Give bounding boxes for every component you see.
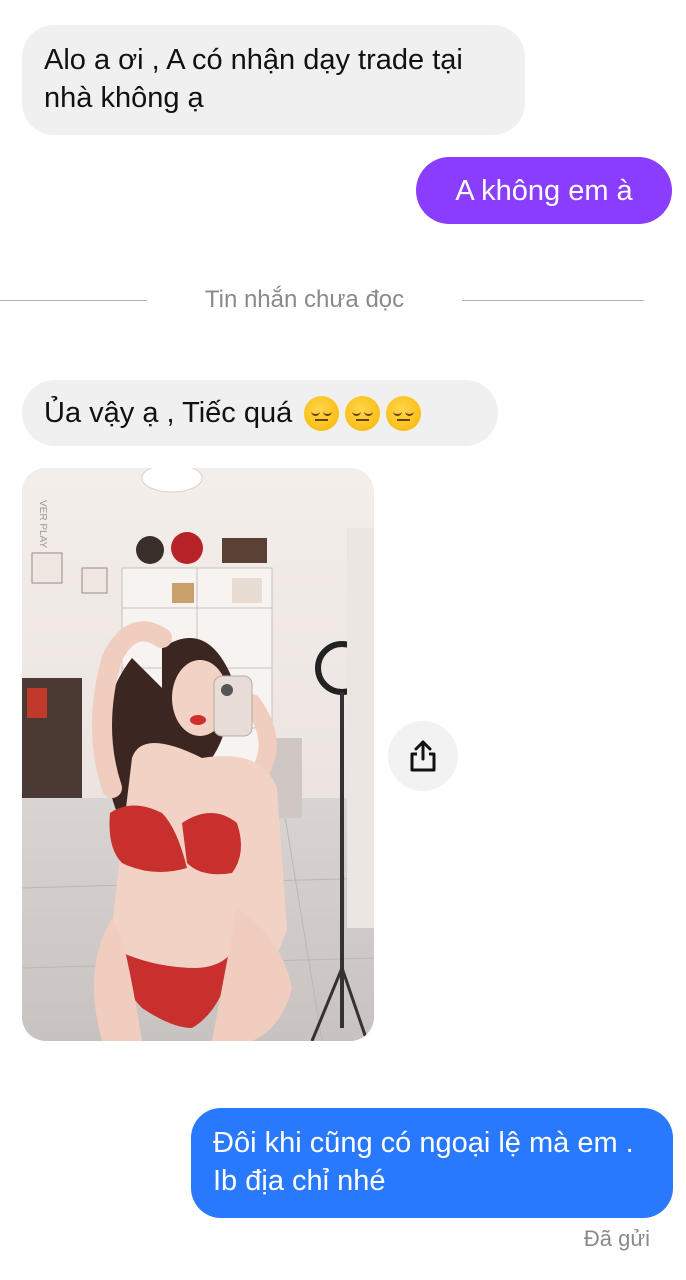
share-button[interactable] — [388, 721, 458, 791]
incoming-message-bubble[interactable]: Alo a ơi , A có nhận dạy trade tại nhà k… — [22, 25, 525, 135]
message-text: Alo a ơi , A có nhận dạy trade tại nhà k… — [44, 44, 463, 114]
share-icon — [410, 740, 436, 772]
pensive-face-icon — [386, 395, 422, 431]
image-watermark: VER PLAY — [37, 500, 48, 548]
incoming-message-bubble[interactable]: Ủa vậy ạ , Tiếc quá — [22, 380, 498, 446]
message-text: Ủa vậy ạ , Tiếc quá — [44, 397, 293, 429]
message-text: Đôi khi cũng có ngoại lệ mà em . Ib địa … — [213, 1127, 634, 1197]
unread-divider-label: Tin nhắn chưa đọc — [204, 286, 405, 313]
divider-line-left — [0, 300, 147, 301]
divider-line-right — [462, 300, 644, 301]
outgoing-message-bubble[interactable]: A không em à — [416, 157, 672, 224]
pensive-face-icon — [345, 395, 381, 431]
outgoing-message-bubble[interactable]: Đôi khi cũng có ngoại lệ mà em . Ib địa … — [191, 1108, 673, 1218]
photo-illustration: VER PLAY — [22, 468, 374, 1041]
pensive-face-icon — [304, 395, 340, 431]
image-attachment[interactable]: VER PLAY — [22, 468, 374, 1041]
message-text: A không em à — [455, 174, 633, 207]
sent-status-label: Đã gửi — [583, 1226, 650, 1251]
